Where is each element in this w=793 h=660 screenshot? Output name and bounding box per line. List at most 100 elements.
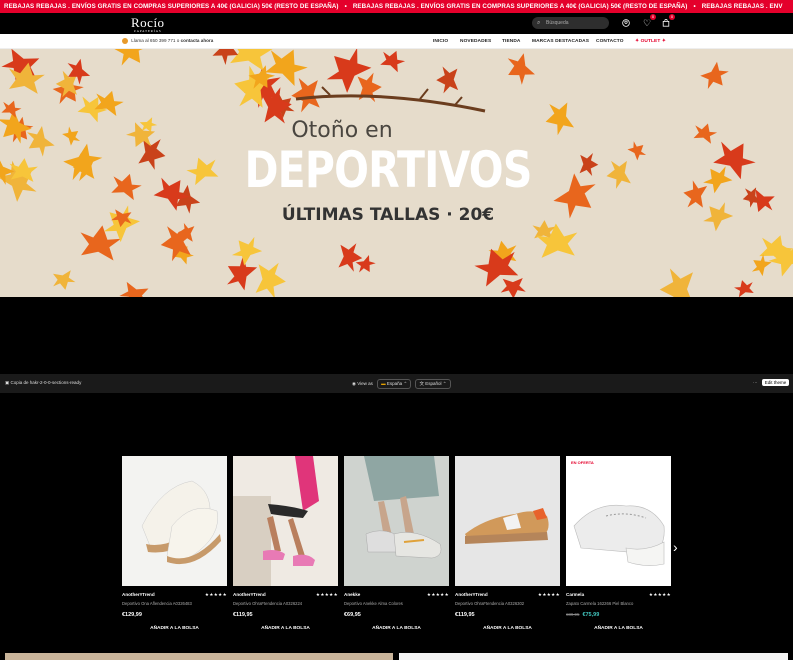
product-brand[interactable]: Anekke (344, 592, 360, 597)
language-select[interactable]: 文 Español ⌃ (415, 379, 451, 389)
product-card[interactable]: Another#Trend ★★★★★ Deportivo OhraFtende… (455, 456, 560, 631)
product-brand[interactable]: Carmela (566, 592, 584, 597)
edit-theme-button[interactable]: Edit theme (761, 379, 790, 386)
sneaker-image (465, 508, 549, 544)
editor-actions: ··· Edit theme (753, 379, 790, 386)
view-as-label: View as (357, 381, 373, 386)
product-brand[interactable]: Another#Trend (455, 592, 488, 597)
site-logo[interactable]: Rocío ZAPATERÍAS (131, 15, 165, 33)
sale-tag: EN OFERTA (571, 460, 594, 465)
rating-stars: ★★★★★ (537, 592, 560, 597)
carousel-next-arrow-icon[interactable]: › (673, 539, 678, 555)
old-price: €89,95 (566, 612, 580, 617)
logo-text: Rocío (131, 15, 165, 30)
flame-icon: ✦ (661, 38, 666, 44)
product-name[interactable]: Deportivo Anekke Alma Colores (344, 601, 403, 606)
nav-item-marcas[interactable]: MARCAS DESTACADAS (532, 39, 589, 44)
rating-stars: ★★★★★ (315, 592, 338, 597)
country-value: España (386, 381, 403, 386)
contact-link[interactable]: contacta ahora (181, 38, 214, 43)
account-button[interactable] (620, 17, 632, 29)
phone-contact: Llama al 650 399 771 o contacta ahora (122, 38, 213, 44)
product-price: €89,95 €75,99 (566, 612, 599, 618)
product-name[interactable]: Deportivo Ona Aflendencia A0326483 (122, 601, 192, 606)
flag-icon: ▬ (381, 381, 386, 386)
add-to-bag-button[interactable]: AÑADIR A LA BOLSA (122, 626, 227, 631)
language-value: Español (425, 381, 442, 386)
add-to-bag-button[interactable]: AÑADIR A LA BOLSA (566, 626, 671, 631)
sale-price: €75,99 (582, 612, 600, 618)
more-button[interactable]: ··· (753, 380, 758, 385)
product-name[interactable]: Deportivo OhraFtendencia A0326302 (455, 601, 524, 606)
nav-item-contacto[interactable]: CONTACTO (596, 39, 624, 44)
price-value: €129,99 (122, 612, 142, 618)
theme-editor-bar: ▣ Copia de hakr-2-0-0-sections-ready ◉ V… (0, 374, 793, 393)
eye-icon: ◉ (352, 381, 356, 386)
editor-view-controls: ◉ View as ▬ España ⌃ 文 Español ⌃ (352, 379, 451, 389)
product-image[interactable]: EN OFERTA (566, 456, 671, 586)
model-wearing-sneakers-image (344, 456, 449, 586)
nav-item-novedades[interactable]: NOVEDADES (460, 39, 491, 44)
promo-text: REBAJAS REBAJAS . ENVÍOS GRATIS EN COMPR… (352, 3, 688, 10)
phone-icon (122, 38, 128, 44)
product-image[interactable] (455, 456, 560, 586)
product-card[interactable]: Anekke ★★★★★ Deportivo Anekke Alma Color… (344, 456, 449, 631)
product-image[interactable] (233, 456, 338, 586)
hero-banner[interactable]: Otoño en DEPORTIVOS ÚLTIMAS TALLAS · 20€ (0, 49, 793, 297)
hero-line-1: Otoño en (291, 118, 393, 143)
nav-item-inicio[interactable]: INICIO (433, 39, 448, 44)
search-icon: ⌕ (537, 20, 541, 26)
add-to-bag-button[interactable]: AÑADIR A LA BOLSA (233, 626, 338, 631)
product-price: €69,95 (344, 612, 361, 618)
theme-name: Copia de hakr-2-0-0-sections-ready (10, 380, 82, 385)
hero-line-2: DEPORTIVOS (244, 141, 532, 199)
product-price: €119,95 (233, 612, 253, 618)
promo-tile-left[interactable] (5, 653, 393, 660)
add-to-bag-button[interactable]: AÑADIR A LA BOLSA (344, 626, 449, 631)
product-card[interactable]: Another#Trend ★★★★★ Deportivo Ona Aflend… (122, 456, 227, 631)
wishlist-count-badge: 0 (650, 14, 656, 20)
model-wearing-sneakers-image (233, 456, 338, 586)
user-icon (622, 19, 630, 27)
flame-icon: ✦ (635, 38, 640, 44)
cart-button[interactable]: 0 (660, 14, 675, 29)
product-image[interactable] (122, 456, 227, 586)
price-value: €69,95 (344, 612, 361, 618)
promo-separator: • (693, 3, 696, 10)
rating-stars: ★★★★★ (204, 592, 227, 597)
main-nav: Llama al 650 399 771 o contacta ahora IN… (0, 34, 793, 49)
product-image[interactable] (344, 456, 449, 586)
product-brand[interactable]: Another#Trend (122, 592, 155, 597)
rating-stars: ★★★★★ (426, 592, 449, 597)
language-icon: 文 (419, 381, 424, 386)
search-placeholder: Búsqueda (546, 20, 569, 26)
logo-subtitle: ZAPATERÍAS (133, 29, 162, 33)
phone-text: Llama al 650 399 771 o (131, 38, 180, 44)
sneaker-image (141, 480, 221, 565)
bag-icon (662, 19, 670, 27)
nav-item-outlet[interactable]: ✦ OUTLET ✦ (635, 39, 666, 44)
add-to-bag-button[interactable]: AÑADIR A LA BOLSA (455, 626, 560, 631)
editor-left: ▣ Copia de hakr-2-0-0-sections-ready (5, 380, 81, 386)
rating-stars: ★★★★★ (648, 592, 671, 597)
promo-tile-right[interactable] (399, 653, 788, 660)
product-brand[interactable]: Another#Trend (233, 592, 266, 597)
price-value: €119,95 (455, 612, 475, 618)
product-name[interactable]: Zapato Carmela 162266 Piel Blanco (566, 601, 633, 606)
outlet-label: OUTLET (640, 38, 661, 44)
hero-line-3: ÚLTIMAS TALLAS · 20€ (281, 205, 495, 225)
product-card[interactable]: Another#Trend ★★★★★ Deportivo OhraFtende… (233, 456, 338, 631)
product-name[interactable]: Deportivo OhraFtendencia A0326224 (233, 601, 302, 606)
wishlist-button[interactable]: ♡ 0 (641, 14, 656, 29)
product-card[interactable]: EN OFERTA Carmela ★★★★★ Zapato Carmela 1… (566, 456, 671, 631)
store-icon: ▣ (5, 380, 10, 385)
promo-separator: • (344, 3, 347, 10)
product-price: €129,99 (122, 612, 142, 618)
promo-text: REBAJAS REBAJAS . ENV (701, 3, 783, 10)
nav-item-tienda[interactable]: TIENDA (502, 39, 520, 44)
heart-icon: ♡ (642, 18, 652, 28)
country-select[interactable]: ▬ España ⌃ (377, 379, 412, 389)
sneaker-image (573, 504, 665, 566)
product-price: €119,95 (455, 612, 475, 618)
search-input[interactable]: ⌕ Búsqueda (532, 17, 609, 29)
